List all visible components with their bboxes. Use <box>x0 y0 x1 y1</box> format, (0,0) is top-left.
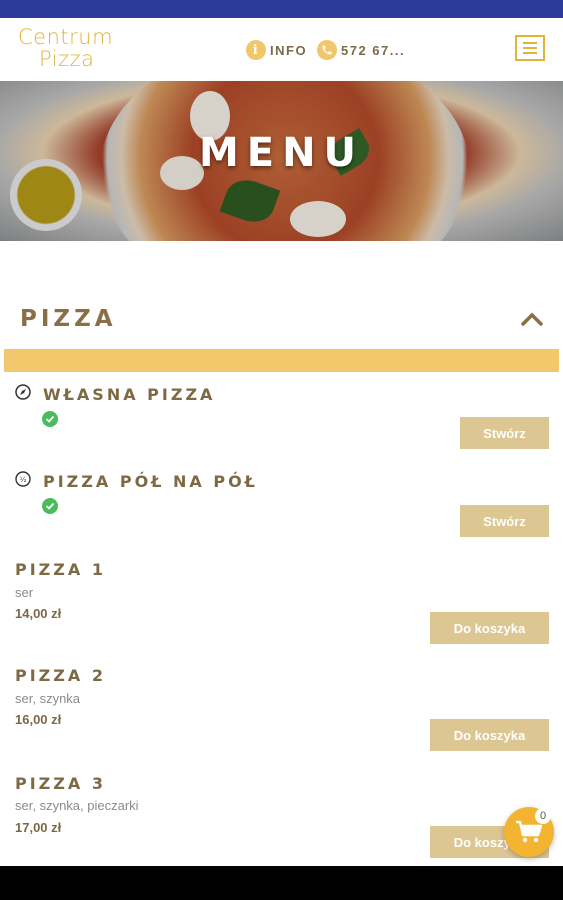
logo-line2: Pizza <box>39 47 95 71</box>
check-circle-icon <box>42 498 58 514</box>
header: Centrum Pizza i INFO 572 67... <box>0 18 563 81</box>
category-title: PIZZA <box>20 306 117 332</box>
category-collapse-button[interactable] <box>519 308 545 330</box>
info-link[interactable]: i INFO <box>246 38 307 62</box>
item-price: 17,00 zł <box>15 820 62 835</box>
phone-link[interactable]: 572 67... <box>317 38 405 62</box>
hamburger-menu-button[interactable] <box>515 35 545 61</box>
status-bar <box>0 0 563 18</box>
item-name: PIZZA 2 <box>15 666 106 685</box>
item-description: ser, szynka, pieczarki <box>15 798 139 813</box>
cart-icon <box>516 820 543 843</box>
info-label: INFO <box>270 42 308 58</box>
svg-text:½: ½ <box>20 476 27 484</box>
logo[interactable]: Centrum Pizza <box>18 26 133 72</box>
item-price: 16,00 zł <box>15 712 62 727</box>
create-half-pizza-button[interactable]: Stwórz <box>460 505 549 537</box>
item-name: PIZZA 3 <box>15 774 106 793</box>
phone-icon <box>317 40 337 60</box>
item-name: PIZZA PÓŁ NA PÓŁ <box>43 472 258 491</box>
hamburger-icon-bar <box>523 52 537 54</box>
add-to-cart-button[interactable]: Do koszyka <box>430 719 549 751</box>
item-price: 14,00 zł <box>15 606 62 621</box>
half-pizza-icon: ½ <box>15 471 31 487</box>
phone-label: 572 67... <box>341 42 406 58</box>
add-to-cart-button[interactable]: Do koszyka <box>430 612 549 644</box>
category-accent-bar <box>4 349 559 372</box>
hero-banner: MENU <box>0 81 563 241</box>
hamburger-icon-bar <box>523 47 537 49</box>
item-name: WŁASNA PIZZA <box>43 385 216 404</box>
item-name: PIZZA 1 <box>15 560 106 579</box>
hero-title: MENU <box>198 130 365 176</box>
cart-count-badge: 0 <box>535 808 551 824</box>
chevron-up-icon <box>521 312 543 326</box>
create-pizza-button[interactable]: Stwórz <box>460 417 549 449</box>
hamburger-icon-bar <box>523 42 537 44</box>
navigation-bar <box>0 866 563 900</box>
info-icon: i <box>246 40 266 60</box>
item-description: ser, szynka <box>15 691 81 706</box>
item-description: ser <box>15 585 34 600</box>
compass-icon <box>15 384 31 400</box>
logo-line1: Centrum <box>18 25 114 49</box>
check-circle-icon <box>42 411 58 427</box>
